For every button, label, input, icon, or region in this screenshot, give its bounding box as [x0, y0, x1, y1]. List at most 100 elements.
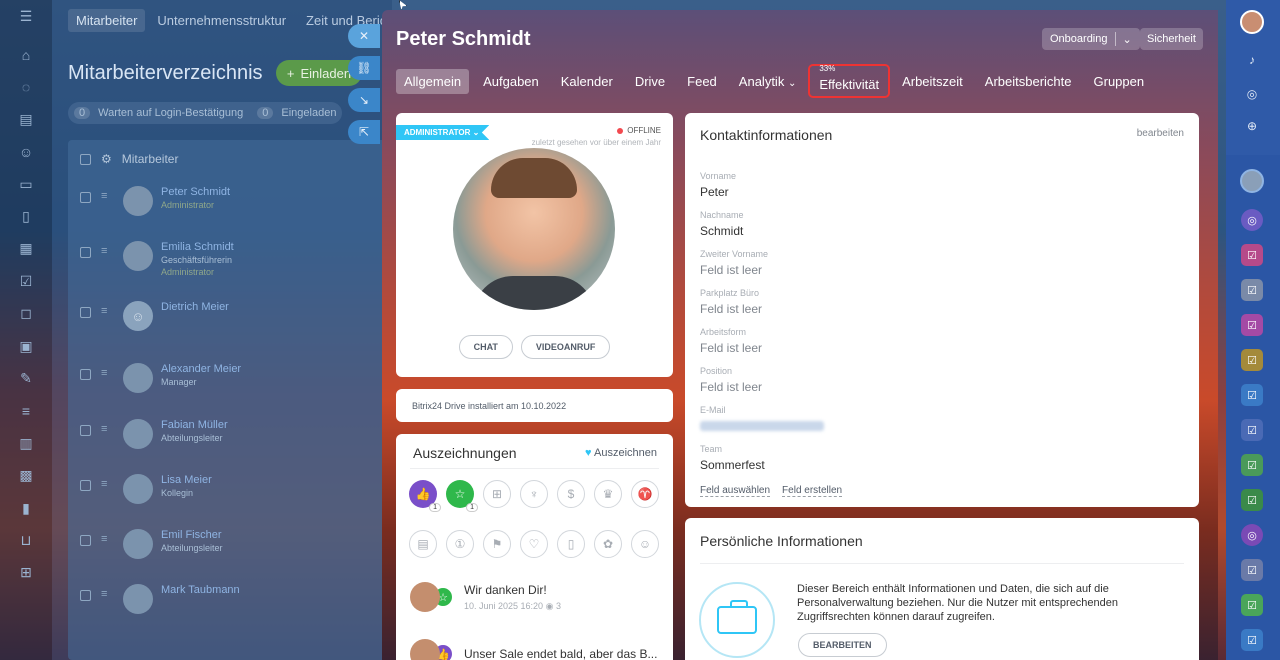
post-text[interactable]: Unser Sale endet bald, aber das B...	[464, 647, 657, 660]
row-menu-icon[interactable]: ≡	[101, 305, 113, 317]
settings-icon[interactable]: ⚙	[101, 152, 112, 166]
tab-allgemein[interactable]: Allgemein	[396, 68, 470, 94]
task-chat-icon[interactable]: ☑	[1241, 594, 1263, 616]
inbox-icon[interactable]: ▭	[0, 168, 52, 200]
table-row[interactable]: ≡ Lisa Meier Kollegin	[80, 474, 212, 504]
create-field-link[interactable]: Feld erstellen	[782, 485, 843, 497]
checkbox-icon[interactable]: ☑	[0, 265, 52, 297]
task-chat-icon[interactable]: ☑	[1241, 314, 1263, 336]
field-value[interactable]: Feld ist leer	[700, 302, 762, 316]
employee-name[interactable]: Emil Fischer	[161, 529, 223, 541]
task-chat-icon[interactable]: ☑	[1241, 419, 1263, 441]
employee-name[interactable]: Dietrich Meier	[161, 301, 229, 313]
contact-edit-link[interactable]: bearbeiten	[1137, 128, 1184, 139]
personal-edit-button[interactable]: BEARBEITEN	[798, 633, 887, 657]
flag-badge-icon[interactable]: ⚑	[483, 530, 511, 558]
row-menu-icon[interactable]: ≡	[101, 190, 113, 202]
row-checkbox[interactable]	[80, 247, 91, 258]
star-badge-icon[interactable]: ☆ 1	[446, 480, 478, 512]
award-post[interactable]: ☆ Wir danken Dir! 10. Juni 2025 16:20 ◉ …	[410, 582, 561, 612]
tab-kalender[interactable]: Kalender	[553, 69, 621, 94]
task-chat-icon[interactable]: ☑	[1241, 454, 1263, 476]
task-chat-icon[interactable]: ☑	[1241, 384, 1263, 406]
row-menu-icon[interactable]: ≡	[101, 423, 113, 435]
employee-name[interactable]: Lisa Meier	[161, 474, 212, 486]
row-menu-icon[interactable]: ≡	[101, 245, 113, 257]
user-avatar[interactable]	[1240, 10, 1264, 34]
tab-analytik[interactable]: Analytik ⌄	[731, 69, 805, 94]
minimize-icon[interactable]: ↘	[348, 88, 380, 112]
tab-unternehmensstruktur[interactable]: Unternehmensstruktur	[149, 9, 294, 32]
gift-badge-icon[interactable]: ⊞	[483, 480, 511, 508]
field-value[interactable]: Feld ist leer	[700, 380, 762, 394]
role-badge[interactable]: ADMINISTRATOR ⌄	[396, 125, 490, 140]
heart-badge-icon[interactable]: ♡	[520, 530, 548, 558]
row-checkbox[interactable]	[80, 192, 91, 203]
task-chat-icon[interactable]: ☑	[1241, 629, 1263, 651]
crown-badge-icon[interactable]: ♛	[594, 480, 622, 508]
table-row[interactable]: ≡ Mark Taubmann	[80, 584, 240, 614]
file-icon[interactable]: ▯	[0, 200, 52, 232]
calendar-icon[interactable]: ▣	[0, 330, 52, 362]
search-chat-icon[interactable]: ⊕	[1240, 114, 1264, 138]
employee-name[interactable]: Peter Schmidt	[161, 186, 230, 198]
money-bag-badge-icon[interactable]: $	[557, 480, 585, 508]
link-icon[interactable]: ⛓	[348, 56, 380, 80]
video-call-button[interactable]: VIDEOANRUF	[520, 335, 611, 359]
email-value-blurred[interactable]	[700, 421, 824, 431]
post-text[interactable]: Wir danken Dir!	[464, 583, 561, 597]
table-row[interactable]: ≡ Peter Schmidt Administrator	[80, 186, 230, 216]
table-row[interactable]: ≡ Emilia Schmidt Geschäftsführerin Administ…	[80, 241, 234, 277]
contact-avatar[interactable]	[1240, 169, 1264, 193]
row-checkbox[interactable]	[80, 590, 91, 601]
filter-label[interactable]: Warten auf Login-Bestätigung	[98, 107, 243, 119]
row-menu-icon[interactable]: ≡	[101, 588, 113, 600]
tab-mitarbeiter[interactable]: Mitarbeiter	[68, 9, 146, 32]
filter-label[interactable]: Eingeladen	[281, 107, 336, 119]
field-value[interactable]: Feld ist leer	[700, 341, 762, 355]
onboarding-button[interactable]: Onboarding ⌄	[1042, 28, 1140, 50]
tab-arbeitszeit[interactable]: Arbeitszeit	[894, 69, 971, 94]
chat-button[interactable]: CHAT	[458, 335, 513, 359]
profile-photo[interactable]	[453, 148, 615, 310]
tasks-icon[interactable]: ◌	[0, 71, 52, 103]
table-row[interactable]: ≡ ☺ Dietrich Meier	[80, 301, 229, 331]
users-icon[interactable]: ☺	[0, 136, 52, 168]
tab-arbeitsberichte[interactable]: Arbeitsberichte	[977, 69, 1080, 94]
security-button[interactable]: Sicherheit	[1140, 28, 1203, 50]
row-checkbox[interactable]	[80, 480, 91, 491]
copilot-chat-icon[interactable]: ◎	[1241, 524, 1263, 546]
apps-icon[interactable]: ⊞	[0, 557, 52, 589]
copilot-chat-icon[interactable]: ◎	[1241, 209, 1263, 231]
give-award-link[interactable]: ♥ Auszeichnen	[585, 447, 657, 459]
table-row[interactable]: ≡ Emil Fischer Abteilungsleiter	[80, 529, 223, 559]
cake-badge-icon[interactable]: ▤	[409, 530, 437, 558]
task-chat-icon[interactable]: ☑	[1241, 244, 1263, 266]
tab-feed[interactable]: Feed	[679, 69, 725, 94]
board-icon[interactable]: ▦	[0, 233, 52, 265]
open-new-window-icon[interactable]: ⇱	[348, 120, 380, 144]
field-value[interactable]: Sommerfest	[700, 458, 765, 472]
employee-name[interactable]: Fabian Müller	[161, 419, 228, 431]
employee-name[interactable]: Emilia Schmidt	[161, 241, 234, 253]
row-menu-icon[interactable]: ≡	[101, 367, 113, 379]
pen-icon[interactable]: ✎	[0, 362, 52, 394]
tab-effektivitaet[interactable]: 33% Effektivität	[808, 64, 891, 98]
row-checkbox[interactable]	[80, 425, 91, 436]
filter-bar[interactable]: 0 Warten auf Login-Bestätigung 0 Eingela…	[68, 102, 343, 124]
chat-icon[interactable]: ◻	[0, 298, 52, 330]
field-value[interactable]: Schmidt	[700, 224, 744, 238]
table-row[interactable]: ≡ Alexander Meier Manager	[80, 363, 241, 393]
chevron-down-icon[interactable]: ⌄	[1123, 33, 1132, 46]
cocktail-badge-icon[interactable]: ♈	[631, 480, 659, 508]
field-value[interactable]: Feld ist leer	[700, 263, 768, 277]
close-icon[interactable]: ✕	[348, 24, 380, 48]
employee-name[interactable]: Alexander Meier	[161, 363, 241, 375]
tab-aufgaben[interactable]: Aufgaben	[475, 69, 547, 94]
tab-gruppen[interactable]: Gruppen	[1086, 69, 1153, 94]
task-chat-icon[interactable]: ☑	[1241, 349, 1263, 371]
row-checkbox[interactable]	[80, 535, 91, 546]
beer-badge-icon[interactable]: ▯	[557, 530, 585, 558]
award-post[interactable]: 👍 Unser Sale endet bald, aber das B...	[410, 639, 657, 660]
field-value[interactable]: Peter	[700, 185, 736, 199]
